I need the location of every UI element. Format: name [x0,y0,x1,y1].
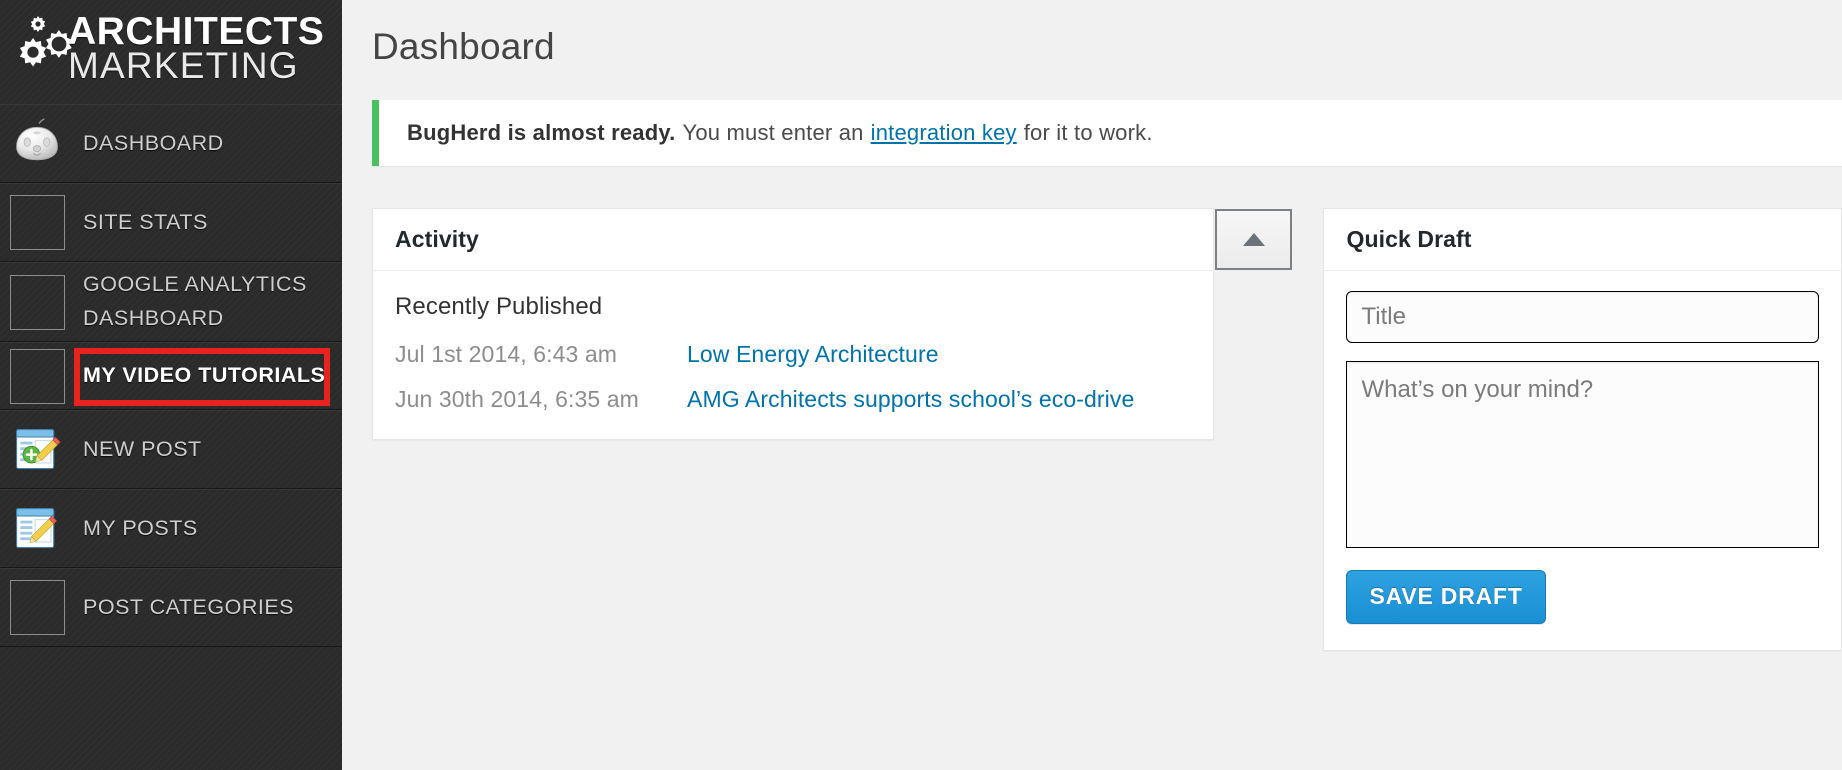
sidebar-item-label: NEW POST [83,436,202,461]
draft-content-input[interactable] [1346,361,1819,548]
activity-panel: Activity Recently Published Jul 1st 2014… [372,208,1293,440]
sidebar-item-site-stats[interactable]: SITE STATS [0,183,342,262]
quick-draft-panel-title: Quick Draft [1346,226,1472,252]
sidebar-item-my-posts[interactable]: MY POSTS [0,489,342,568]
activity-panel-body: Recently Published Jul 1st 2014, 6:43 am… [373,271,1213,439]
notice-text-after-link: for it to work. [1023,120,1153,145]
sidebar-item-my-video-tutorials[interactable]: MY VIDEO TUTORIALS [0,342,342,410]
sidebar-item-post-categories[interactable]: POST CATEGORIES [0,568,342,647]
sidebar-item-label: GOOGLE ANALYTICS DASHBOARD [83,272,307,330]
sidebar-item-label: MY POSTS [83,515,198,540]
logo-wordmark: ARCHITECTS MARKETING [68,10,324,84]
caret-up-glyph [1242,233,1265,246]
activity-date: Jul 1st 2014, 6:43 am [395,341,618,367]
caret-up-icon[interactable] [1215,209,1293,270]
missing-image-icon [9,195,65,251]
sidebar-item-new-post[interactable]: NEW POST [0,410,342,489]
activity-panel-header: Activity [373,209,1293,271]
recently-published-heading: Recently Published [395,293,603,320]
sidebar-item-google-analytics-dashboard[interactable]: GOOGLE ANALYTICS DASHBOARD [0,262,342,342]
sidebar-item-dashboard[interactable]: DASHBOARD [0,104,342,183]
wordpress-dashboard-icon [9,116,65,172]
gears-icon [14,12,72,78]
notice-bold-text: BugHerd is almost ready. [407,120,676,145]
activity-post-link[interactable]: Low Energy Architecture [687,341,939,368]
main-content: Dashboard BugHerd is almost ready. You m… [342,0,1842,770]
integration-key-link[interactable]: integration key [871,120,1017,146]
bugherd-notice: BugHerd is almost ready. You must enter … [372,100,1842,166]
missing-image-icon [9,348,65,404]
quick-draft-panel-header: Quick Draft [1324,209,1841,271]
notice-text-before-link: You must enter an [682,120,864,145]
sidebar-item-label: POST CATEGORIES [83,594,294,619]
logo-line-2: MARKETING [68,45,299,86]
sidebar-item-label: DASHBOARD [83,130,224,155]
activity-list-item: Jun 30th 2014, 6:35 am AMG Architects su… [395,386,1191,413]
my-posts-icon [9,501,65,557]
sidebar-item-label: SITE STATS [83,209,208,234]
quick-draft-panel: Quick Draft SAVE DRAFT [1323,208,1842,651]
activity-panel-title: Activity [395,226,479,252]
dashboard-panels: Activity Recently Published Jul 1st 2014… [372,208,1842,651]
missing-image-icon [9,580,65,636]
activity-date: Jun 30th 2014, 6:35 am [395,386,639,412]
missing-image-icon [9,274,65,330]
new-post-icon [9,422,65,478]
sidebar: ARCHITECTS MARKETING DASHBOARD SITE STAT… [0,0,342,770]
site-logo[interactable]: ARCHITECTS MARKETING [0,0,342,104]
activity-post-link[interactable]: AMG Architects supports school’s eco-dri… [687,386,1134,413]
app-root: ARCHITECTS MARKETING DASHBOARD SITE STAT… [0,0,1842,770]
draft-title-input[interactable] [1346,291,1819,343]
page-title: Dashboard [372,26,555,67]
save-draft-button[interactable]: SAVE DRAFT [1346,570,1546,624]
sidebar-item-label: MY VIDEO TUTORIALS [83,363,326,388]
activity-list-item: Jul 1st 2014, 6:43 am Low Energy Archite… [395,341,1191,368]
quick-draft-panel-body: SAVE DRAFT [1324,271,1841,650]
